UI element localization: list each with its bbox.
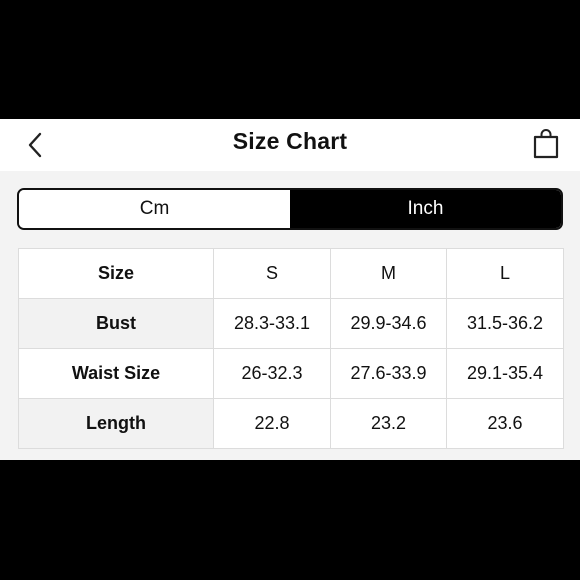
table-cell: 22.8 bbox=[213, 398, 331, 449]
size-header-label: Size bbox=[18, 248, 214, 299]
size-chart-screen: Size Chart Cm Inch Size S M L Bust 28.3-… bbox=[0, 119, 580, 460]
table-cell: 29.9-34.6 bbox=[330, 298, 447, 349]
unit-option-inch[interactable]: Inch bbox=[290, 190, 561, 228]
size-column-header: L bbox=[446, 248, 564, 299]
table-cell: 23.2 bbox=[330, 398, 447, 449]
row-label: Length bbox=[18, 398, 214, 449]
unit-toggle: Cm Inch bbox=[17, 188, 563, 230]
cart-button[interactable] bbox=[528, 123, 564, 163]
table-row-waist: Waist Size 26-32.3 27.6-33.9 29.1-35.4 bbox=[18, 348, 564, 399]
back-button[interactable] bbox=[18, 125, 52, 165]
row-label: Waist Size bbox=[18, 348, 214, 399]
size-column-header: S bbox=[213, 248, 331, 299]
nav-bar: Size Chart bbox=[0, 119, 580, 171]
table-cell: 26-32.3 bbox=[213, 348, 331, 399]
row-label: Bust bbox=[18, 298, 214, 349]
page-title: Size Chart bbox=[232, 128, 348, 154]
chevron-left-icon bbox=[28, 132, 42, 158]
table-row-bust: Bust 28.3-33.1 29.9-34.6 31.5-36.2 bbox=[18, 298, 564, 349]
table-cell: 28.3-33.1 bbox=[213, 298, 331, 349]
unit-option-cm[interactable]: Cm bbox=[19, 190, 290, 228]
app-page: Size Chart Cm Inch Size S M L Bust 28.3-… bbox=[0, 0, 580, 580]
table-cell: 23.6 bbox=[446, 398, 564, 449]
shopping-bag-icon bbox=[533, 129, 559, 159]
table-header-row: Size S M L bbox=[18, 248, 564, 299]
table-cell: 29.1-35.4 bbox=[446, 348, 564, 399]
size-table: Size S M L Bust 28.3-33.1 29.9-34.6 31.5… bbox=[18, 248, 564, 449]
size-column-header: M bbox=[330, 248, 447, 299]
table-cell: 31.5-36.2 bbox=[446, 298, 564, 349]
table-cell: 27.6-33.9 bbox=[330, 348, 447, 399]
table-row-length: Length 22.8 23.2 23.6 bbox=[18, 398, 564, 449]
